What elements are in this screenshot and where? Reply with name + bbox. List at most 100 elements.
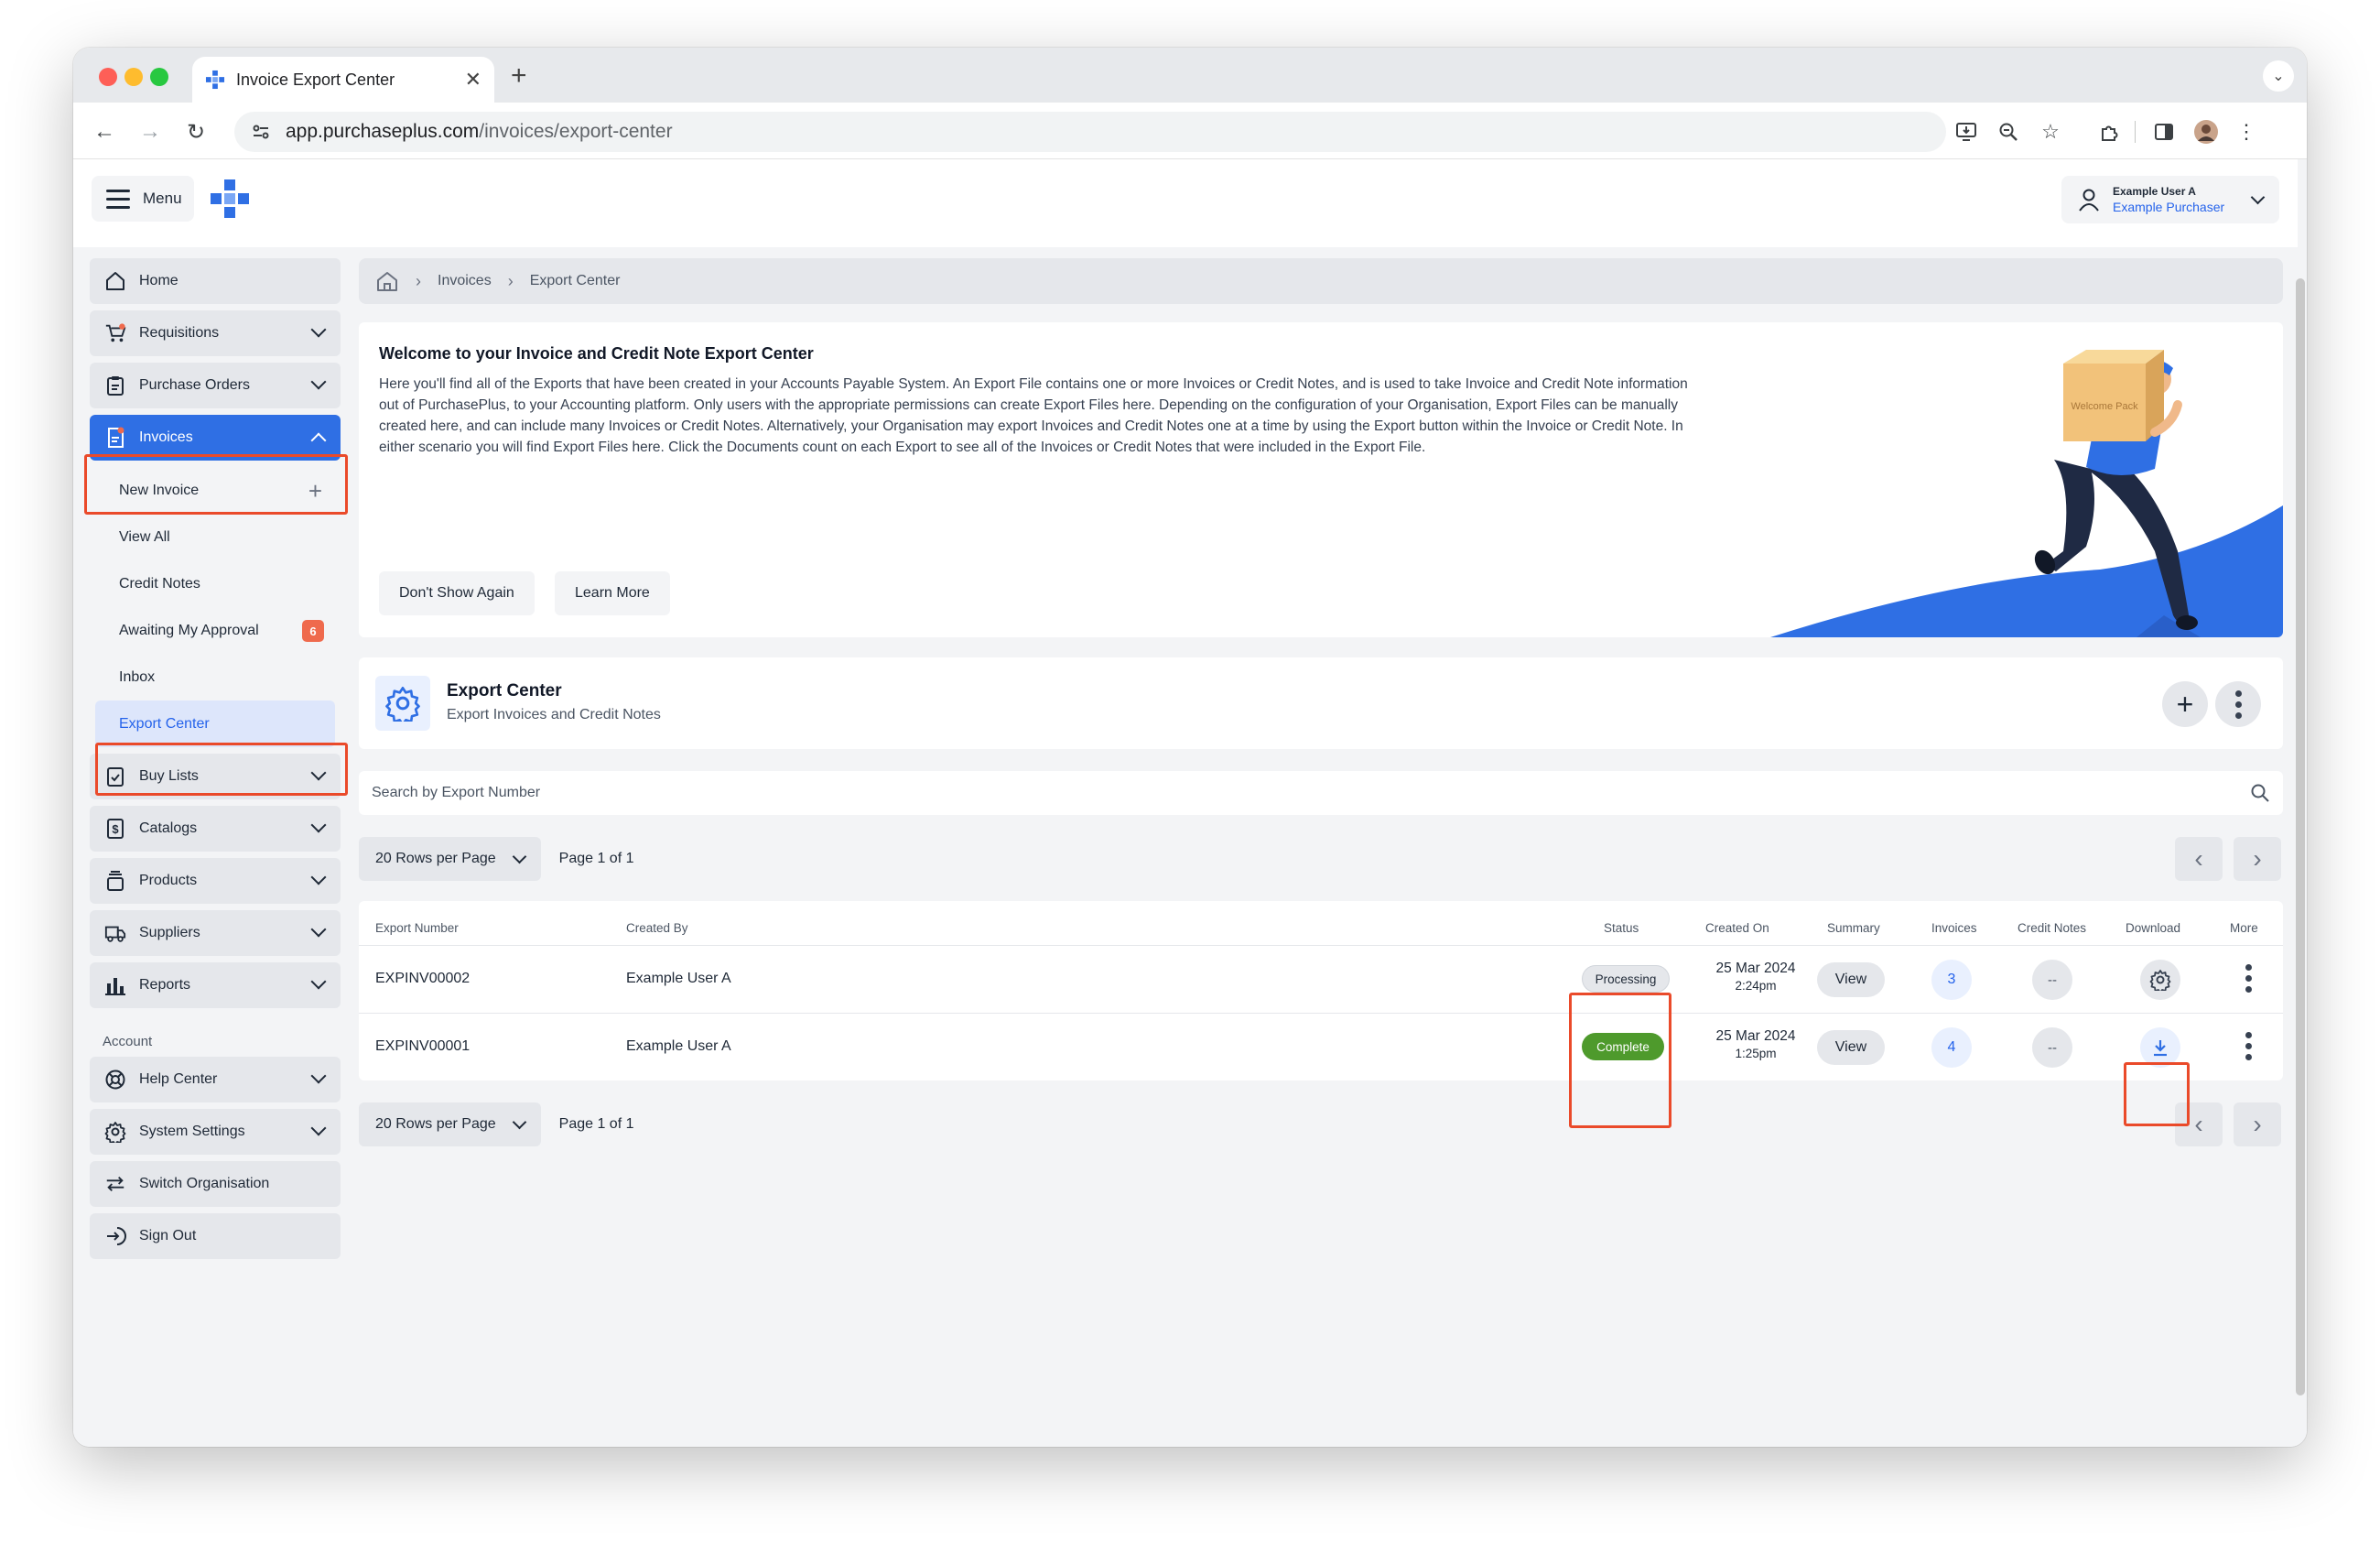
pagination-bottom: 20 Rows per Page Page 1 of 1 ‹ ›: [359, 1102, 2283, 1146]
header-created-on: Created On: [1705, 921, 1769, 935]
sidebar-item-system-settings[interactable]: System Settings: [90, 1109, 341, 1155]
view-summary-button[interactable]: View: [1817, 962, 1885, 997]
sidebar-subitem-label: View All: [119, 528, 170, 545]
sidebar-item-switch-organisation[interactable]: Switch Organisation: [90, 1161, 341, 1207]
download-button[interactable]: [2140, 1027, 2180, 1068]
row-more-button[interactable]: [2245, 964, 2252, 993]
page-scrollbar[interactable]: [2296, 278, 2305, 1395]
sidebar-item-label: Requisitions: [139, 325, 220, 341]
sidebar-item-label: Buy Lists: [139, 768, 199, 784]
export-center-header: Export Center Export Invoices and Credit…: [359, 657, 2283, 749]
forward-button[interactable]: →: [135, 117, 165, 147]
invoices-count-button[interactable]: 4: [1931, 1027, 1972, 1068]
tab-search-button[interactable]: ⌄: [2263, 60, 2294, 92]
browser-tabbar: Invoice Export Center ✕ + ⌄: [73, 48, 2307, 103]
next-page-button[interactable]: ›: [2234, 837, 2281, 881]
close-window-button[interactable]: [99, 68, 117, 86]
sidebar-item-sign-out[interactable]: Sign Out: [90, 1213, 341, 1259]
sidebar-item-invoices[interactable]: Invoices: [90, 415, 341, 461]
search-icon[interactable]: [2250, 783, 2270, 803]
user-name: Example User A: [2113, 185, 2196, 198]
row-more-button[interactable]: [2245, 1032, 2252, 1060]
app-header: Menu Example User A Example Purchaser: [73, 159, 2298, 247]
header-download: Download: [2126, 921, 2181, 935]
search-bar: [359, 771, 2283, 815]
lifebuoy-icon: [104, 1069, 126, 1091]
view-summary-button[interactable]: View: [1817, 1030, 1885, 1065]
sidebar-item-reports[interactable]: Reports: [90, 962, 341, 1008]
browser-tab[interactable]: Invoice Export Center ✕: [192, 57, 494, 103]
purchaseplus-logo[interactable]: [209, 178, 251, 220]
reload-button[interactable]: ↻: [181, 117, 211, 147]
switch-arrows-icon: [104, 1173, 126, 1195]
table-row: EXPINV00001 Example User A Complete 25 M…: [359, 1013, 2283, 1080]
address-bar[interactable]: app.purchaseplus.com/invoices/export-cen…: [234, 112, 1946, 152]
delivery-person-illustration: Welcome Pack: [1770, 350, 2283, 637]
page-title: Export Center: [447, 681, 562, 700]
products-icon: [104, 870, 126, 892]
side-panel-icon[interactable]: [2149, 117, 2179, 147]
app-content: Menu Example User A Example Purchaser Ho…: [73, 159, 2307, 1447]
zoom-icon[interactable]: [1994, 117, 2023, 147]
sidebar-item-buy-lists[interactable]: Buy Lists: [90, 754, 341, 799]
sidebar-item-requisitions[interactable]: Requisitions: [90, 310, 341, 356]
user-menu-button[interactable]: Example User A Example Purchaser: [2061, 176, 2279, 223]
breadcrumb-export-center: Export Center: [529, 273, 621, 288]
new-tab-button[interactable]: +: [511, 60, 527, 92]
install-app-icon[interactable]: [1952, 117, 1981, 147]
back-button[interactable]: ←: [90, 117, 119, 147]
add-export-button[interactable]: +: [2162, 681, 2208, 727]
bookmark-star-icon[interactable]: ☆: [2036, 117, 2065, 147]
more-options-button[interactable]: [2215, 681, 2261, 727]
processing-gear-button[interactable]: [2140, 960, 2180, 1000]
status-badge: Processing: [1582, 965, 1670, 993]
browser-menu-icon[interactable]: ⋮: [2232, 117, 2261, 147]
sidebar-item-home[interactable]: Home: [90, 258, 341, 304]
invoices-count-button[interactable]: 3: [1931, 960, 1972, 1000]
breadcrumb-invoices[interactable]: Invoices: [438, 273, 492, 289]
rows-per-page-select[interactable]: 20 Rows per Page: [359, 837, 541, 881]
sidebar-subitem-label: Inbox: [119, 668, 156, 685]
sidebar-subitem-export-center[interactable]: Export Center: [95, 700, 335, 747]
next-page-button[interactable]: ›: [2234, 1102, 2281, 1146]
prev-page-button[interactable]: ‹: [2175, 837, 2223, 881]
created-time: 1:25pm: [1735, 1047, 1777, 1060]
sidebar-item-suppliers[interactable]: Suppliers: [90, 910, 341, 956]
sidebar-item-purchase-orders[interactable]: Purchase Orders: [90, 363, 341, 408]
rows-per-page-select[interactable]: 20 Rows per Page: [359, 1102, 541, 1146]
profile-avatar[interactable]: [2191, 117, 2221, 147]
sidebar-item-catalogs[interactable]: $ Catalogs: [90, 806, 341, 852]
cart-icon: [104, 322, 126, 344]
sidebar-item-products[interactable]: Products: [90, 858, 341, 904]
sidebar-subitem-view-all[interactable]: View All: [90, 514, 341, 560]
plus-icon[interactable]: +: [308, 477, 322, 505]
page-subtitle: Export Invoices and Credit Notes: [447, 707, 661, 722]
page-info: Page 1 of 1: [558, 1116, 634, 1132]
sidebar-subitem-credit-notes[interactable]: Credit Notes: [90, 560, 341, 607]
export-number[interactable]: EXPINV00002: [375, 971, 470, 987]
credit-notes-count: --: [2032, 1027, 2072, 1068]
home-icon[interactable]: [375, 270, 399, 292]
prev-page-button[interactable]: ‹: [2175, 1102, 2223, 1146]
gear-icon: [104, 1121, 126, 1143]
minimize-window-button[interactable]: [124, 68, 143, 86]
sidebar-subitem-awaiting-approval[interactable]: Awaiting My Approval 6: [90, 607, 341, 654]
menu-button[interactable]: Menu: [92, 176, 194, 222]
sidebar-item-label: Reports: [139, 977, 191, 993]
sidebar-item-help-center[interactable]: Help Center: [90, 1057, 341, 1102]
sidebar-subitem-inbox[interactable]: Inbox: [90, 654, 341, 700]
created-by: Example User A: [626, 1038, 731, 1054]
maximize-window-button[interactable]: [150, 68, 168, 86]
breadcrumb: › Invoices › Export Center: [359, 258, 2283, 304]
search-input[interactable]: [372, 785, 2250, 801]
learn-more-button[interactable]: Learn More: [555, 571, 670, 615]
menu-label: Menu: [143, 190, 182, 207]
site-settings-icon[interactable]: [251, 122, 271, 142]
tab-close-icon[interactable]: ✕: [465, 68, 481, 92]
status-badge: Complete: [1582, 1033, 1664, 1060]
dont-show-again-button[interactable]: Don't Show Again: [379, 571, 535, 615]
export-number[interactable]: EXPINV00001: [375, 1038, 470, 1055]
sidebar-subitem-new-invoice[interactable]: New Invoice +: [90, 467, 341, 514]
extensions-icon[interactable]: [2094, 117, 2124, 147]
awaiting-count-badge: 6: [302, 620, 324, 642]
